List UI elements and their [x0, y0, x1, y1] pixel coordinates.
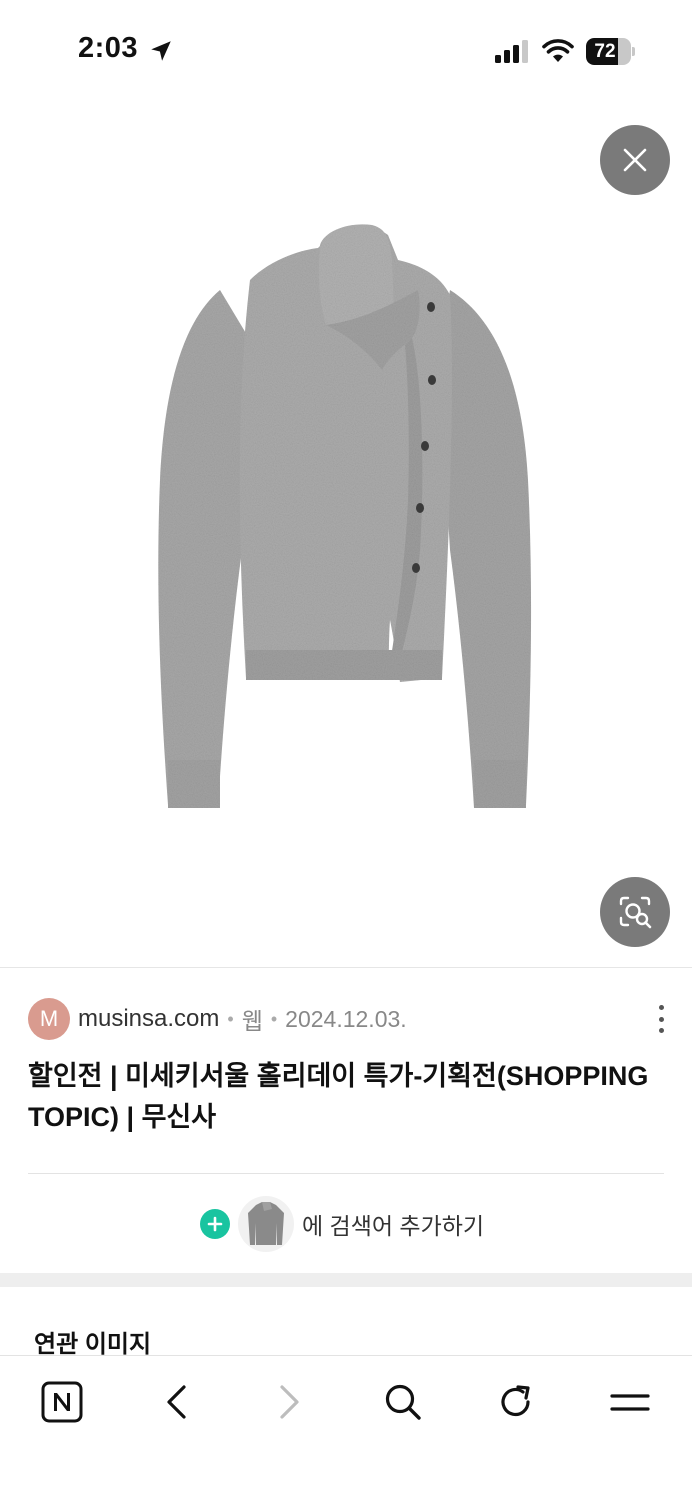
result-title[interactable]: 할인전 | 미세키서울 홀리데이 특가-기획전(SHOPPING TOPIC) …: [28, 1056, 664, 1138]
battery-percent: 72: [594, 41, 616, 62]
menu-icon: [610, 1394, 650, 1411]
image-search-button[interactable]: [600, 877, 670, 947]
divider: [28, 1173, 664, 1174]
close-icon: [623, 148, 647, 172]
source-type: 웹: [241, 1008, 263, 1034]
more-options-button[interactable]: [646, 1002, 676, 1036]
refresh-icon: [501, 1385, 530, 1417]
source-date: 2024.12.03.: [285, 1005, 407, 1032]
separator: •: [270, 1008, 278, 1029]
section-separator: [0, 1273, 692, 1287]
battery-icon: 72: [586, 38, 636, 66]
bottom-toolbar: [0, 1355, 692, 1500]
status-time: 2:03: [78, 32, 139, 64]
forward-button[interactable]: [260, 1378, 320, 1426]
refresh-button[interactable]: [486, 1378, 546, 1426]
plus-icon: [200, 1209, 230, 1239]
separator: •: [227, 1008, 234, 1029]
source-domain[interactable]: musinsa.com: [78, 1005, 219, 1033]
back-icon: [167, 1385, 186, 1419]
sweater-thumbnail: [238, 1196, 294, 1252]
location-arrow-icon: [151, 41, 171, 61]
add-keyword-button[interactable]: 에 검색어 추가하기: [200, 1196, 484, 1252]
search-button[interactable]: [373, 1378, 433, 1426]
add-keyword-label: 에 검색어 추가하기: [302, 1213, 485, 1239]
menu-button[interactable]: [600, 1378, 660, 1426]
product-image[interactable]: [150, 220, 542, 820]
close-button[interactable]: [600, 125, 670, 195]
back-button[interactable]: [146, 1378, 206, 1426]
related-images-title: 연관 이미지: [34, 1331, 152, 1358]
status-bar: 2:03 72: [0, 0, 692, 100]
wifi-icon: [542, 39, 574, 62]
site-favicon: M: [28, 998, 70, 1040]
source-row[interactable]: M musinsa.com • 웹 • 2024.12.03.: [28, 998, 407, 1040]
divider: [0, 967, 692, 968]
naver-home-button[interactable]: [32, 1378, 92, 1426]
more-vertical-icon: [658, 1005, 664, 1010]
signal-icon: [495, 40, 528, 63]
image-search-icon: [619, 896, 652, 929]
search-icon: [385, 1384, 421, 1420]
forward-icon: [280, 1385, 299, 1419]
naver-home-icon: [41, 1381, 83, 1423]
